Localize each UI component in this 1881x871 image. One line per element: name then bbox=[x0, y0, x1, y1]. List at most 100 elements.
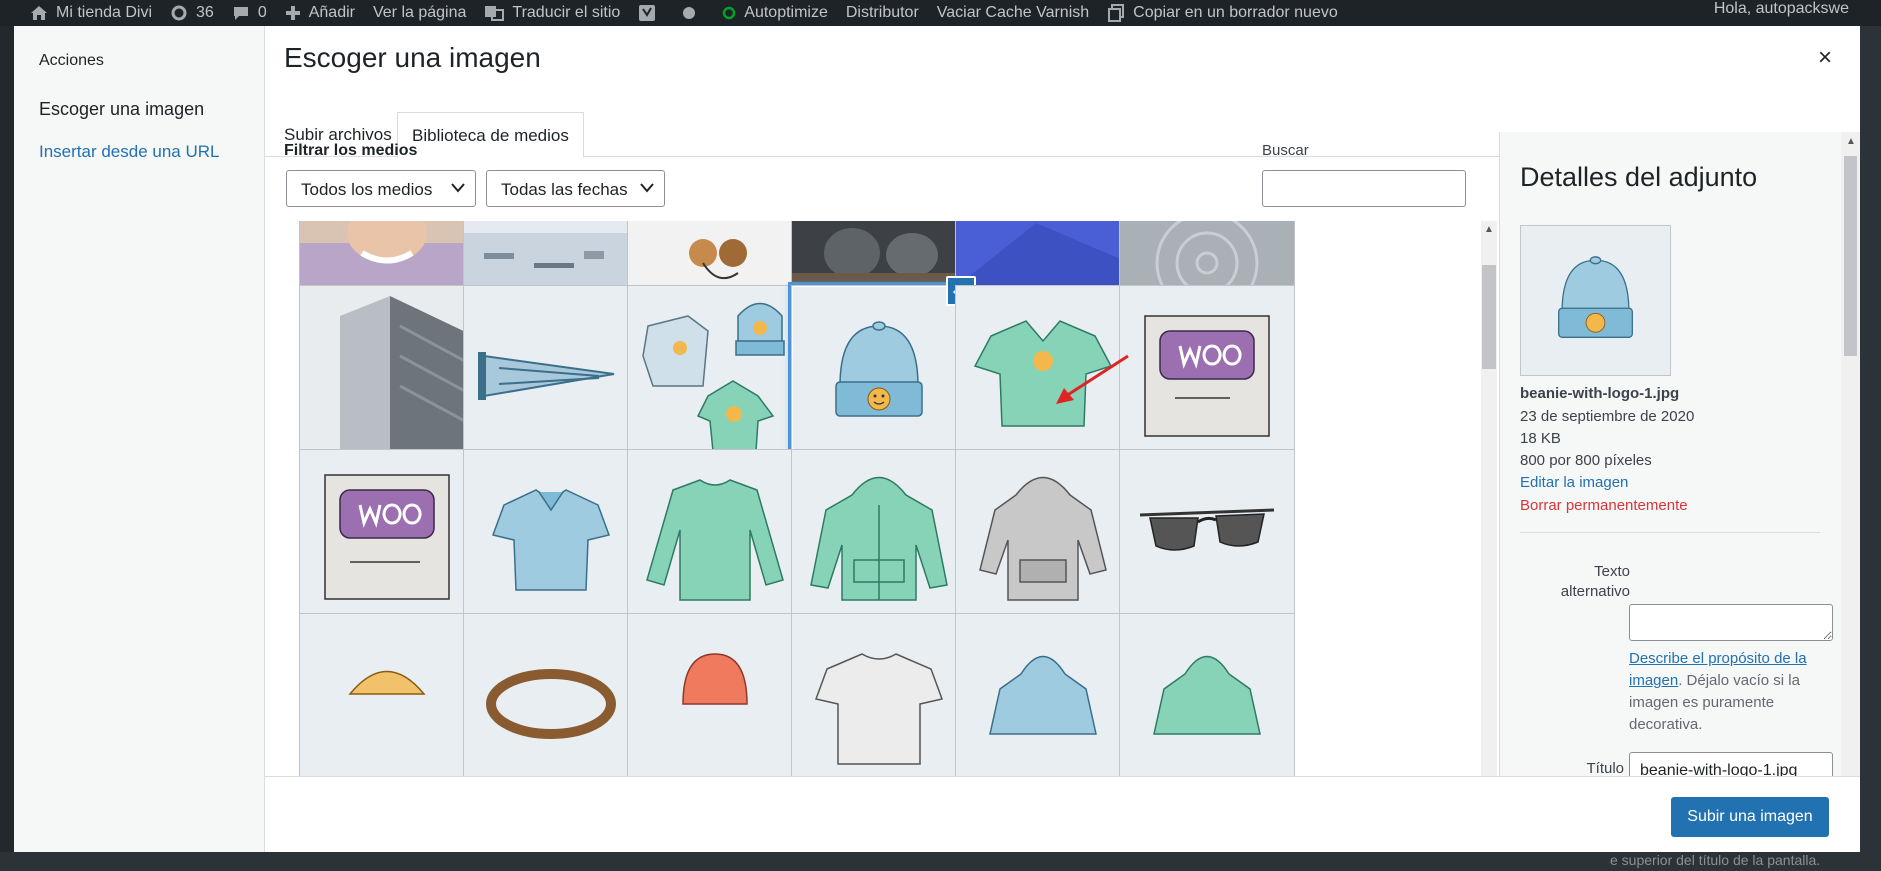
attachment-hoodie-blue[interactable] bbox=[955, 613, 1131, 789]
view-page-label: Ver la página bbox=[372, 4, 467, 21]
hoodie-zip-image bbox=[810, 476, 948, 601]
media-type-select[interactable]: Todos los medios bbox=[286, 170, 476, 207]
longsleeve-image bbox=[646, 479, 784, 601]
clothing-set-image bbox=[642, 302, 785, 452]
attachment-longsleeve[interactable] bbox=[627, 449, 803, 625]
attachment-woo-album[interactable] bbox=[299, 449, 475, 625]
yoast-icon bbox=[639, 5, 656, 21]
attachment-vneck[interactable] bbox=[955, 285, 1131, 461]
hoodie-blue-image bbox=[989, 655, 1097, 735]
close-button[interactable]: × bbox=[1818, 44, 1832, 72]
plants-photo bbox=[792, 221, 966, 287]
admin-bar-translate[interactable]: Traducir el sitio bbox=[484, 4, 620, 22]
edit-image-link[interactable]: Editar la imagen bbox=[1520, 474, 1628, 491]
attachment-beanie-selected[interactable] bbox=[788, 282, 970, 464]
attachment-plants[interactable] bbox=[791, 221, 967, 288]
media-type-value: Todos los medios bbox=[301, 180, 433, 199]
attachment-sunglasses[interactable] bbox=[1119, 449, 1295, 625]
alt-text-label: Texto alternativo bbox=[1560, 563, 1630, 600]
modal-title: Escoger una imagen bbox=[284, 42, 541, 73]
copy-draft-label: Copiar en un borrador nuevo bbox=[1133, 4, 1338, 21]
admin-bar-new[interactable]: Añadir bbox=[285, 4, 355, 22]
pennant-image bbox=[478, 352, 615, 400]
alt-text-help: Describe el propósito de la imagen. Déja… bbox=[1629, 648, 1819, 736]
select-image-button[interactable]: Subir una imagen bbox=[1671, 797, 1829, 837]
cap-image bbox=[348, 670, 426, 695]
attachment-red-beanie[interactable] bbox=[627, 613, 803, 789]
sidebar-scrollbar-thumb[interactable] bbox=[1844, 156, 1857, 356]
admin-bar-updates[interactable]: 36 bbox=[170, 4, 214, 22]
attachment-building[interactable] bbox=[299, 285, 475, 461]
updates-count: 36 bbox=[196, 4, 214, 21]
admin-bar-copy-draft[interactable]: Copiar en un borrador nuevo bbox=[1107, 4, 1338, 22]
autoptimize-label: Autoptimize bbox=[744, 4, 828, 21]
autoptimize-status-icon bbox=[723, 6, 736, 20]
scroll-up-icon[interactable]: ▲ bbox=[1484, 224, 1494, 235]
woo-album-image bbox=[324, 474, 450, 600]
headphones-photo bbox=[628, 221, 802, 287]
background-page-text: e superior del título de la pantalla. bbox=[1610, 852, 1821, 868]
admin-bar-comments[interactable]: 0 bbox=[232, 4, 267, 22]
admin-bar-varnish[interactable]: Vaciar Cache Varnish bbox=[937, 4, 1089, 22]
admin-bar-site[interactable]: Mi tienda Divi bbox=[30, 4, 152, 22]
page-background-right bbox=[1860, 26, 1881, 871]
tab-media-library[interactable]: Biblioteca de medios bbox=[397, 112, 584, 158]
attachment-woo-single[interactable] bbox=[1119, 285, 1295, 461]
sidebar-scrollbar[interactable]: ▲ ▼ bbox=[1841, 132, 1860, 801]
site-name: Mi tienda Divi bbox=[56, 4, 153, 21]
copy-icon bbox=[1108, 4, 1125, 22]
close-icon: × bbox=[1817, 44, 1832, 71]
admin-bar-account[interactable]: Hola, autopackswe bbox=[1714, 0, 1849, 18]
admin-bar-autoptimize[interactable]: Autoptimize bbox=[722, 4, 828, 22]
portrait-photo bbox=[300, 221, 474, 287]
distributor-label: Distributor bbox=[845, 4, 919, 21]
delete-permanently-link[interactable]: Borrar permanentemente bbox=[1520, 497, 1688, 514]
white-tshirt-image bbox=[815, 653, 943, 765]
attachment-details-sidebar: Detalles del adjunto beanie-with-logo-1.… bbox=[1499, 132, 1860, 801]
grid-scrollbar[interactable]: ▲ ▼ bbox=[1481, 221, 1497, 801]
media-date-value: Todas las fechas bbox=[501, 180, 628, 199]
attachments-grid[interactable] bbox=[274, 221, 1474, 801]
belt-image bbox=[486, 669, 616, 739]
attachment-white-tshirt[interactable] bbox=[791, 613, 967, 789]
sunglasses-image bbox=[1139, 508, 1275, 551]
blue-abstract-photo bbox=[956, 221, 1130, 287]
attachment-blue-abstract[interactable] bbox=[955, 221, 1131, 288]
admin-bar-view-page[interactable]: Ver la página bbox=[373, 4, 466, 22]
menu-heading: Acciones bbox=[39, 52, 104, 69]
attachment-headphones[interactable] bbox=[627, 221, 803, 288]
menu-item-choose-image[interactable]: Escoger una imagen bbox=[39, 99, 204, 120]
attachment-belt[interactable] bbox=[463, 613, 639, 789]
hoodie-grey-image bbox=[979, 476, 1107, 601]
attachment-portrait[interactable] bbox=[299, 221, 475, 288]
translate-icon bbox=[485, 6, 505, 21]
attachment-cap[interactable] bbox=[299, 613, 475, 789]
attachment-filename: beanie-with-logo-1.jpg bbox=[1520, 385, 1680, 402]
attachment-hoodie-green[interactable] bbox=[1119, 613, 1295, 789]
attachment-street[interactable] bbox=[463, 221, 639, 288]
attachment-pattern[interactable] bbox=[1119, 221, 1295, 288]
admin-bar-distributor[interactable]: Distributor bbox=[846, 4, 919, 22]
search-input[interactable] bbox=[1262, 170, 1466, 207]
plus-icon bbox=[285, 6, 300, 20]
attachment-hoodie-zip[interactable] bbox=[791, 449, 967, 625]
attachment-pennant[interactable] bbox=[463, 285, 639, 461]
sidebar-scroll-up-icon[interactable]: ▲ bbox=[1846, 136, 1856, 147]
menu-item-insert-url[interactable]: Insertar desde una URL bbox=[39, 142, 220, 162]
building-photo bbox=[300, 286, 474, 460]
attachment-clothing-set[interactable] bbox=[627, 285, 803, 461]
beanie-thumbnail-image bbox=[1558, 256, 1633, 338]
alt-text-field[interactable] bbox=[1629, 604, 1833, 641]
grid-scrollbar-thumb[interactable] bbox=[1482, 265, 1496, 369]
admin-bar-status[interactable] bbox=[682, 6, 704, 20]
translate-label: Traducir el sitio bbox=[512, 4, 621, 21]
attachment-polo[interactable] bbox=[463, 449, 639, 625]
admin-menu-background bbox=[0, 26, 14, 871]
attachment-details-heading: Detalles del adjunto bbox=[1520, 162, 1758, 192]
media-date-select[interactable]: Todas las fechas bbox=[486, 170, 665, 207]
admin-bar-yoast[interactable] bbox=[638, 4, 664, 22]
search-label: Buscar bbox=[1262, 142, 1309, 159]
attachment-size: 18 KB bbox=[1520, 430, 1561, 447]
attachment-hoodie-grey[interactable] bbox=[955, 449, 1131, 625]
status-dot-icon bbox=[683, 7, 696, 19]
